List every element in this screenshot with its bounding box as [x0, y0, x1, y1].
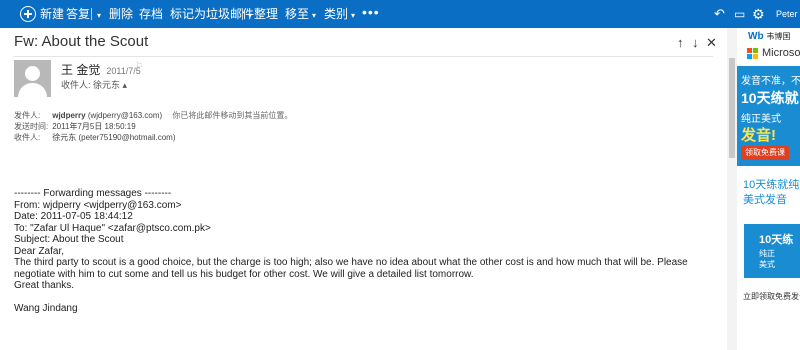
body-line [14, 292, 714, 304]
ad-tagline-line: 10天练就纯 [743, 179, 800, 191]
message-subject: Fw: About the Scout [14, 33, 149, 50]
recipients-summary[interactable]: 收件人: 徐元东 ▴ [61, 78, 127, 91]
previous-message-icon[interactable]: ↑ [677, 35, 684, 50]
ad-banner-line: 纯正美式 [741, 114, 781, 125]
settings-icon[interactable]: ⚙ [752, 0, 765, 28]
from-email: (wjdperry@163.com) [87, 111, 163, 120]
body-line: Date: 2011-07-05 18:44:12 [14, 211, 133, 222]
body-line: From: wjdperry <wjdperry@163.com> [14, 199, 182, 211]
sender-line: 王 金觉 2011/7/5 [61, 61, 141, 78]
sweep-button[interactable]: 整理 [254, 0, 278, 28]
ad-banner-line: 发音! [741, 127, 776, 144]
body-line: Wang Jindang [14, 303, 78, 314]
reply-button[interactable]: 答复 [66, 0, 90, 28]
sent-label: 发送时间: [14, 122, 49, 131]
new-icon[interactable] [20, 6, 36, 22]
header-from-row: 发件人: wjdperry (wjdperry@163.com) 你已将此邮件移… [14, 110, 292, 121]
ad-banner[interactable]: 发音不准，不 10天练就 纯正美式 发音! 领取免费课 [737, 66, 800, 166]
new-button[interactable]: 新建 [40, 0, 64, 28]
flag-icon[interactable]: ⚐ [135, 61, 143, 72]
body-line: -------- Forwarding messages -------- [14, 188, 172, 199]
ad-box-title: 10天练 [759, 234, 794, 246]
body-line: Great thanks. [14, 280, 75, 291]
ad-claim-button[interactable]: 领取免费课 [741, 146, 789, 160]
command-bar: 新建 答复 ▾ 删除 存档 标记为垃圾邮件 ▾ 整理 移至 ▾ 类别 ▾ ••• ↶… [0, 0, 800, 28]
reply-dropdown-icon[interactable]: ▾ [94, 0, 101, 28]
ad-banner-line: 发音不准，不 [741, 76, 800, 87]
ad-box[interactable]: 10天练 纯正 美式 [744, 224, 800, 278]
ad-logo-name: 韦博国 [766, 32, 791, 41]
body-line: Dear Zafar, [14, 245, 65, 257]
sender-name[interactable]: 王 金觉 [61, 63, 100, 77]
junk-dropdown-icon[interactable]: ▾ [245, 0, 252, 28]
reply-separator [91, 8, 92, 20]
ad-banner-line: 10天练就 [741, 90, 799, 106]
ad-box-text: 纯正 美式 [759, 249, 775, 269]
ad-footer-link[interactable]: 立即领取免费发音 [743, 291, 800, 302]
user-name[interactable]: Peter X [776, 0, 800, 28]
header-to-row: 收件人: 徐元东 (peter75190@hotmail.com) [14, 132, 176, 143]
from-label: 发件人: [14, 111, 41, 120]
category-label: 类别 [324, 7, 349, 21]
ad-logo-mark: Wb [748, 31, 764, 42]
to-label: 收件人: [14, 133, 41, 142]
body-line: Subject: About the Scout [14, 234, 124, 245]
from-name[interactable]: wjdperry [52, 111, 85, 120]
move-chevron-icon: ▾ [312, 11, 317, 20]
body-line: negotiate with him to cut some and tell … [14, 268, 474, 280]
archive-button[interactable]: 存档 [139, 0, 163, 28]
category-chevron-icon: ▾ [351, 11, 356, 20]
to-value: 徐元东 (peter75190@hotmail.com) [52, 133, 176, 142]
chat-icon[interactable]: ▭ [734, 0, 745, 28]
undo-icon[interactable]: ↶ [714, 0, 725, 28]
header-sent-row: 发送时间: 2011年7月5日 18:50:19 [14, 121, 136, 132]
message-body: -------- Forwarding messages -------- Fr… [14, 188, 714, 315]
reply-label: 答复 [66, 7, 91, 21]
microsoft-text: Microsof [762, 47, 800, 59]
junk-separator [242, 8, 243, 20]
close-icon[interactable]: ✕ [706, 35, 717, 51]
sender-avatar [14, 60, 51, 97]
ad-tagline[interactable]: 10天练就纯 美式发音 [743, 178, 799, 208]
scrollbar-thumb[interactable] [729, 58, 735, 158]
next-message-icon[interactable]: ↓ [692, 35, 699, 50]
category-button[interactable]: 类别 ▾ [324, 0, 355, 28]
body-line: The third party to scout is a good choic… [14, 257, 688, 268]
body-line: To: "Zafar Ul Haque" <zafar@ptsco.com.pk… [14, 222, 211, 234]
ad-tagline-line: 美式发音 [743, 194, 787, 206]
ad-logo[interactable]: Wb 韦博国 [748, 31, 790, 42]
microsoft-logo-icon [747, 48, 759, 60]
delete-button[interactable]: 删除 [109, 0, 133, 28]
move-button[interactable]: 移至 ▾ [285, 0, 316, 28]
sent-value: 2011年7月5日 18:50:19 [52, 122, 136, 131]
move-label: 移至 [285, 7, 310, 21]
more-button[interactable]: ••• [362, 0, 380, 28]
subject-divider [13, 56, 713, 57]
moved-note: 你已将此邮件移动到其当前位置。 [172, 111, 293, 120]
